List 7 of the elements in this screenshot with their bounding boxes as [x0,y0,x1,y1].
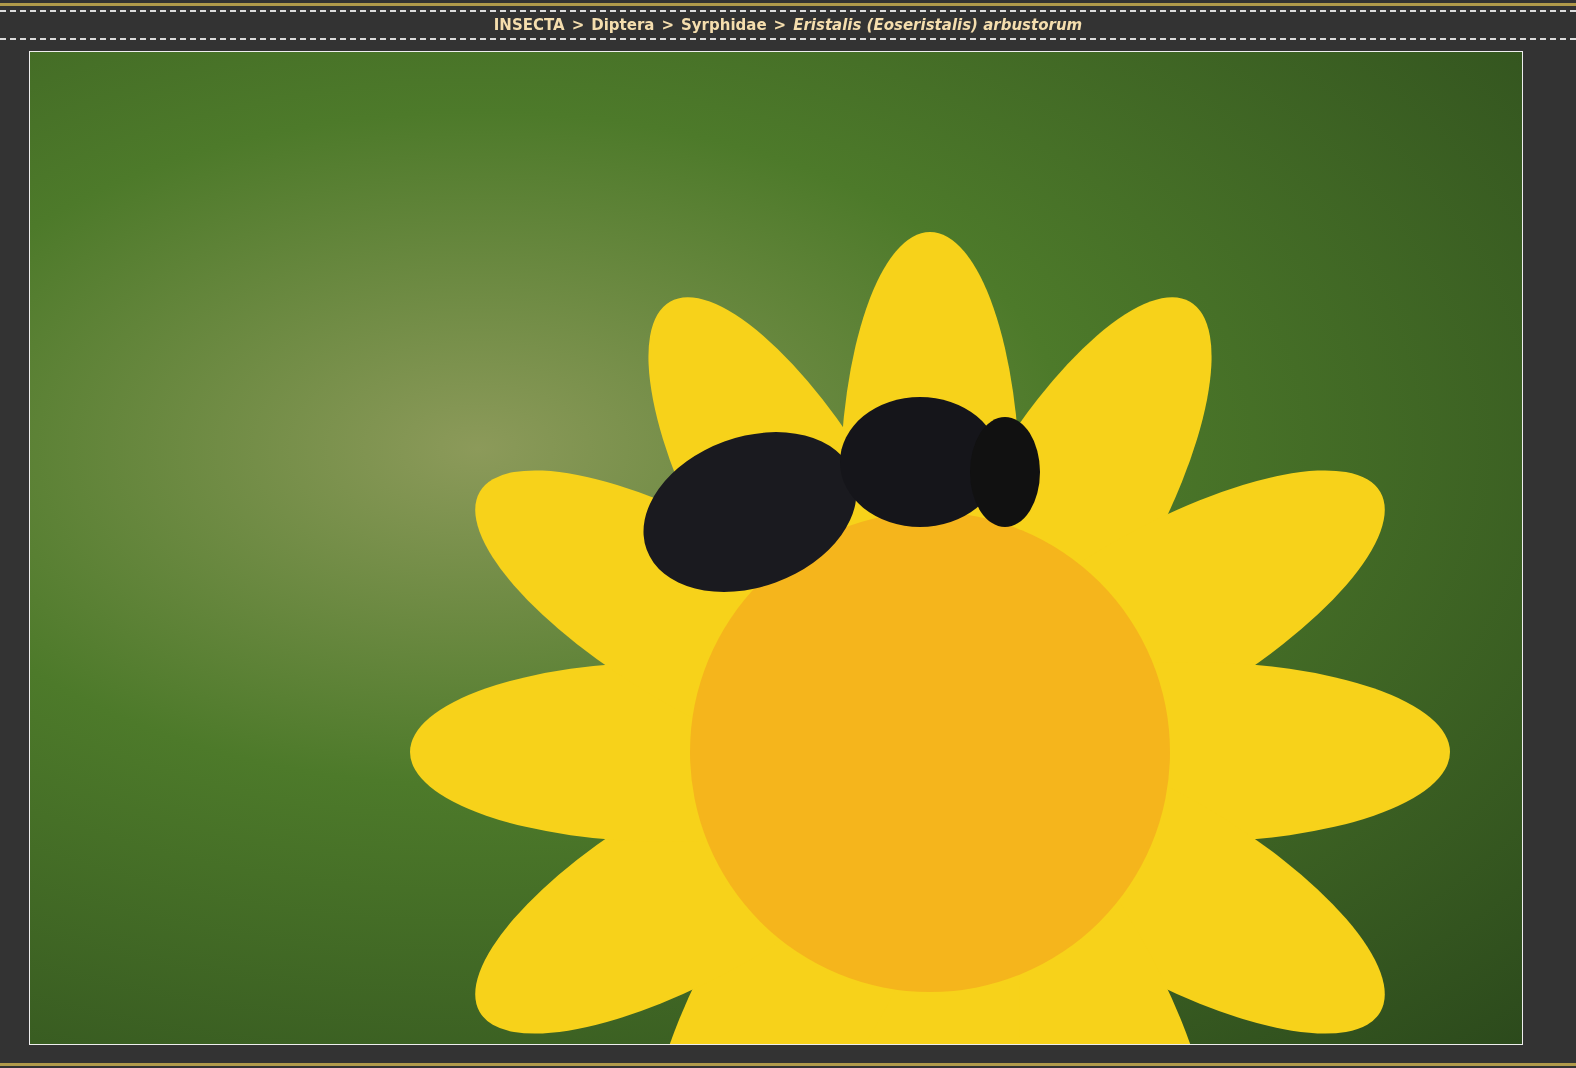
breadcrumb-link[interactable]: Diptera [591,16,655,34]
breadcrumb-separator: > [571,16,585,34]
breadcrumb-separator: > [773,16,787,34]
breadcrumb-link[interactable]: Eristalis (Eoseristalis) arbustorum [793,16,1083,34]
breadcrumb-link[interactable]: INSECTA [493,16,565,34]
breadcrumb-link[interactable]: Syrphidae [681,16,767,34]
breadcrumb-separator: > [661,16,674,34]
